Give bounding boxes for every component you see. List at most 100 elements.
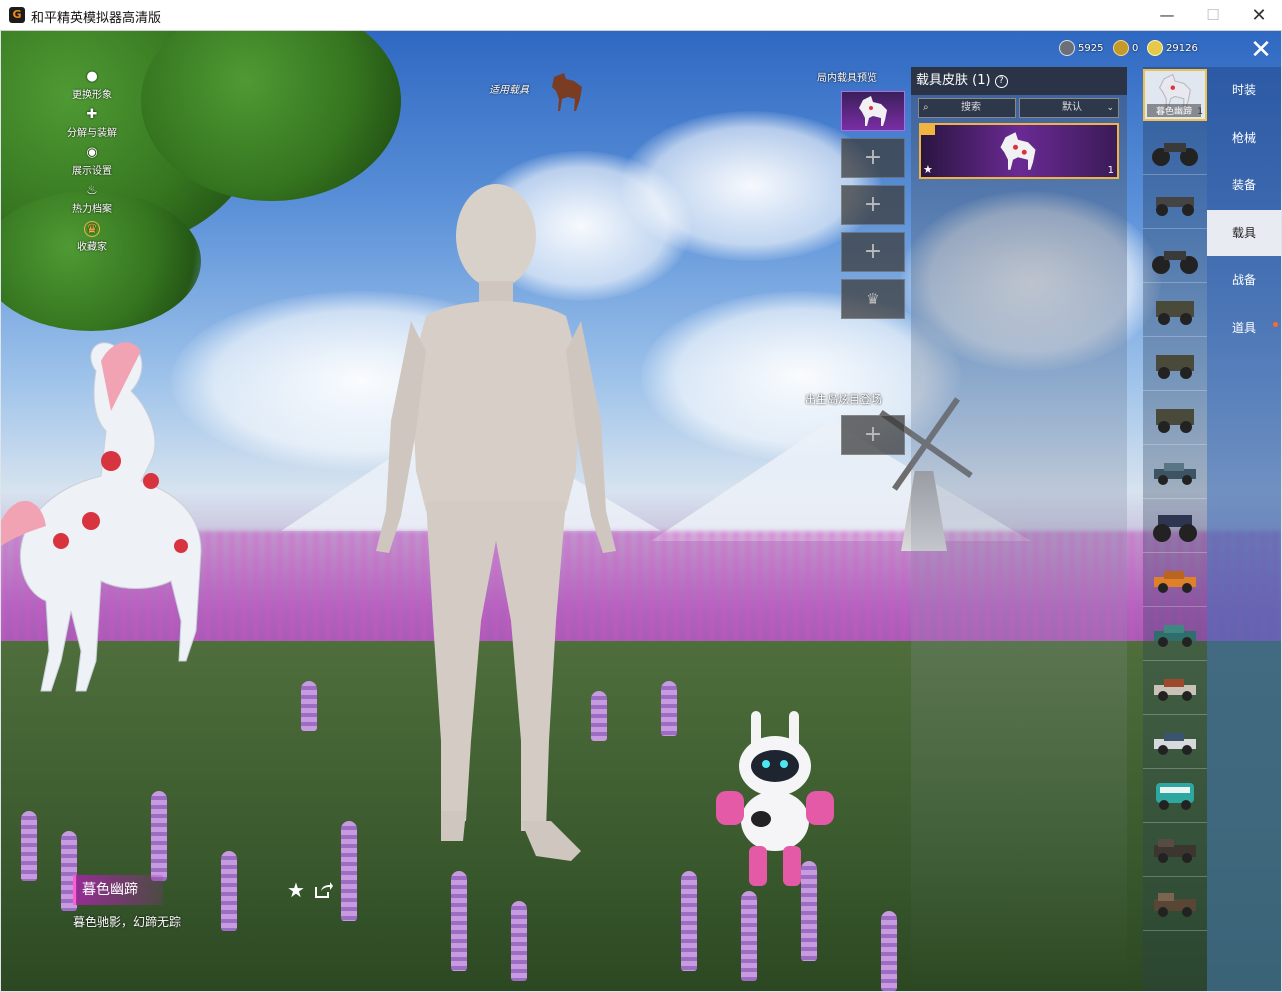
character-mannequin [376, 184, 616, 861]
share-icon[interactable] [313, 880, 333, 900]
sedan-icon [1154, 463, 1196, 485]
vehicle-item-monster-truck[interactable] [1143, 501, 1207, 553]
small-horse-icon[interactable] [544, 69, 588, 113]
vehicle-item-count: 1 [1197, 107, 1203, 117]
currency-value: 5925 [1078, 43, 1104, 54]
left-menu-label: 热力档案 [72, 204, 112, 215]
change-appearance-button[interactable]: ● 更换形象 [57, 69, 127, 101]
vehicle-item-classic-car[interactable] [1143, 663, 1207, 715]
horse-thumbnail-icon [1000, 132, 1036, 170]
apply-vehicle-label[interactable]: 适用载具 [489, 81, 529, 96]
spawn-island-entrance-title: 出生岛炫目登场 [805, 393, 882, 406]
in-game-preview-title: 局内载具预览 [817, 73, 877, 84]
vehicle-item-van[interactable] [1143, 771, 1207, 823]
lupine-flower [681, 871, 697, 971]
preview-slot-3[interactable]: + [841, 185, 905, 225]
search-icon: ⌕ [923, 102, 929, 113]
lupine-flower [21, 811, 37, 881]
vehicle-item-jeep[interactable] [1143, 285, 1207, 337]
quality-badge-icon [921, 125, 935, 135]
collector-button[interactable]: ♛ 收藏家 [57, 221, 127, 253]
vehicle-item-muscle-car[interactable] [1143, 555, 1207, 607]
horse-thumbnail-icon [859, 96, 887, 126]
skin-panel-title: 载具皮肤 (1) [916, 73, 991, 88]
vehicle-item-motorbike-2[interactable] [1143, 231, 1207, 283]
vehicle-item-sedan[interactable] [1143, 447, 1207, 499]
close-panel-icon[interactable]: ✕ [1248, 37, 1274, 63]
plus-icon: + [863, 239, 883, 264]
help-icon[interactable]: ? [994, 75, 1008, 88]
skin-panel-header: 载具皮肤 (1) ? [911, 67, 1127, 95]
game-viewport: ● 更换形象 ✚ 分解与装解 ◉ 展示设置 ♨ 热力档案 ♛ 收藏家 适用载具 … [1, 31, 1281, 991]
currency-silver: 5925 [1059, 40, 1103, 58]
display-settings-button[interactable]: ◉ 展示设置 [57, 145, 127, 177]
notification-dot-icon [1273, 322, 1278, 327]
sort-dropdown[interactable]: 默认 ⌄ [1019, 98, 1119, 118]
skin-search-input[interactable]: ⌕ 搜索 [918, 98, 1016, 118]
preview-slot-5-locked[interactable]: ♛ [841, 279, 905, 319]
spawn-slot[interactable]: + [841, 415, 905, 455]
favorite-star-icon[interactable]: ★ [287, 879, 309, 901]
lupine-flower [451, 871, 467, 971]
lupine-flower [341, 821, 357, 921]
lupine-flower [511, 901, 527, 981]
item-description: 暮色驰影，幻蹄无踪 [73, 915, 182, 929]
vehicle-item-horse[interactable]: 暮色幽蹄 1 [1143, 69, 1207, 121]
vehicle-item-pickup-2[interactable] [1143, 879, 1207, 931]
preview-slot-2[interactable]: + [841, 138, 905, 178]
tab-weapons[interactable]: 枪械 [1207, 115, 1281, 161]
vehicle-item-jeep-2[interactable] [1143, 339, 1207, 391]
close-window-button[interactable]: ✕ [1236, 0, 1282, 31]
tab-props[interactable]: 道具 [1207, 305, 1281, 351]
heat-archive-button[interactable]: ♨ 热力档案 [57, 183, 127, 215]
skin-card-count: 1 [1107, 165, 1114, 176]
preview-slot-4[interactable]: + [841, 232, 905, 272]
jeep-icon [1156, 355, 1194, 379]
currency-crystal: 29126 [1147, 40, 1198, 58]
buggy-icon [1156, 197, 1194, 216]
flame-icon: ♨ [86, 183, 98, 198]
sort-label: 默认 [1062, 102, 1082, 113]
vehicle-item-coupe[interactable] [1143, 609, 1207, 661]
skin-card[interactable]: ★ 1 [919, 123, 1119, 179]
robot-pet-model [716, 711, 834, 886]
lupine-flower [741, 891, 757, 981]
preview-slot-1[interactable] [841, 91, 905, 131]
eye-icon: ◉ [86, 145, 98, 160]
lupine-flower [661, 681, 677, 736]
tab-equipment[interactable]: 装备 [1207, 162, 1281, 208]
vehicle-item-label: 暮色幽蹄 [1147, 104, 1201, 117]
minimize-button[interactable]: — [1144, 0, 1190, 31]
lupine-flower [881, 911, 897, 991]
tab-fashion[interactable]: 时装 [1207, 67, 1281, 113]
left-menu-label: 更换形象 [72, 90, 112, 101]
monster-truck-icon [1153, 515, 1197, 542]
lupine-flower [221, 851, 237, 931]
vehicle-item-sedan-2[interactable] [1143, 717, 1207, 769]
tab-vehicles[interactable]: 载具 [1207, 210, 1281, 256]
vehicle-item-pickup[interactable] [1143, 825, 1207, 877]
star-icon: ★ [923, 163, 933, 176]
left-menu-label: 收藏家 [77, 242, 107, 253]
currency-value: 0 [1132, 43, 1139, 54]
vehicle-item-jeep-3[interactable] [1143, 393, 1207, 445]
crystal-coin-icon [1147, 40, 1163, 56]
plus-icon: + [863, 422, 883, 447]
vehicle-item-buggy[interactable] [1143, 177, 1207, 229]
jeep-icon [1156, 409, 1194, 433]
maximize-button[interactable]: ☐ [1190, 0, 1236, 31]
van-icon [1156, 783, 1194, 810]
muscle-car-icon [1154, 571, 1196, 593]
left-menu-label: 展示设置 [72, 166, 112, 177]
currency-value: 29126 [1166, 43, 1198, 54]
decompose-assemble-button[interactable]: ✚ 分解与装解 [57, 107, 127, 139]
tab-battle-prep[interactable]: 战备 [1207, 257, 1281, 303]
puzzle-icon: ✚ [86, 107, 98, 122]
horse-vehicle-model [1, 342, 202, 692]
window-titlebar: G 和平精英模拟器高清版 — ☐ ✕ [0, 0, 1282, 31]
currency-gold: 0 [1113, 40, 1138, 58]
vehicle-item-motorbike[interactable] [1143, 123, 1207, 175]
lupine-flower [151, 791, 167, 881]
motorbike-icon [1152, 251, 1198, 274]
collector-badge-icon: ♛ [84, 221, 100, 237]
